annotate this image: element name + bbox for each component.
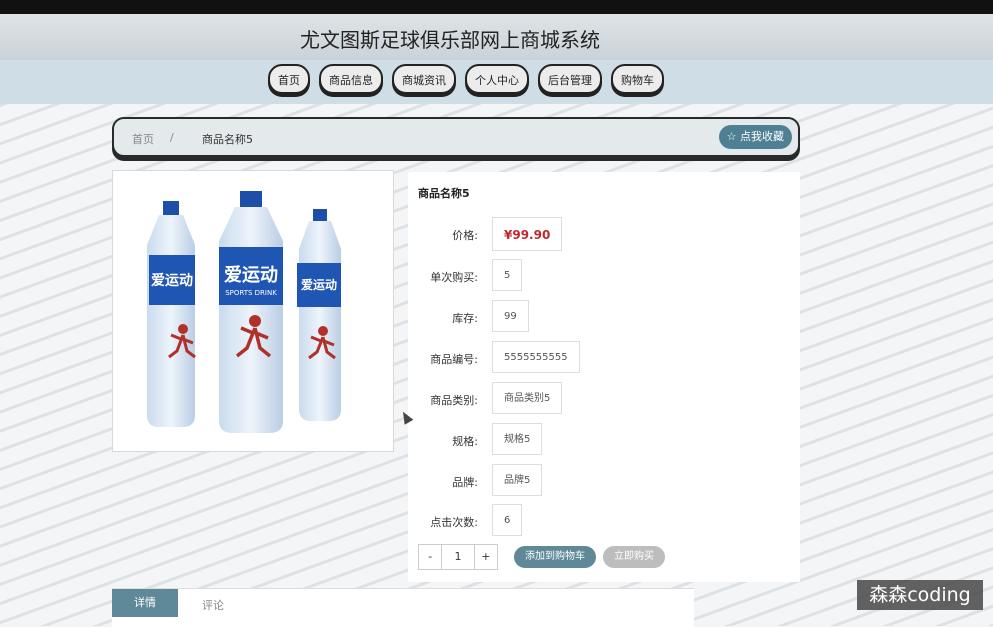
sports-drink-bottles-image: 爱运动 爱运动 SPORTS DRINK 爱运动 <box>147 191 341 433</box>
quantity-input[interactable]: 1 <box>441 545 475 569</box>
product-image: 爱运动 爱运动 SPORTS DRINK 爱运动 <box>112 170 394 452</box>
single-purchase-label: 单次购买: <box>430 271 478 284</box>
watermark: 森森coding <box>857 580 983 610</box>
single-purchase-value: 5 <box>492 259 523 291</box>
spec-label: 规格: <box>452 435 478 448</box>
nav-admin[interactable]: 后台管理 <box>538 64 602 94</box>
svg-text:爱运动: 爱运动 <box>151 272 193 289</box>
category-label: 商品类别: <box>430 394 478 407</box>
nav-home[interactable]: 首页 <box>268 64 310 94</box>
tab-details[interactable]: 详情 <box>112 589 178 617</box>
svg-text:SPORTS DRINK: SPORTS DRINK <box>225 289 277 297</box>
quantity-stepper: - 1 + <box>418 544 498 570</box>
svg-text:爱运动: 爱运动 <box>224 265 278 286</box>
breadcrumb-separator: / <box>170 131 174 144</box>
add-to-cart-button[interactable]: 添加到购物车 <box>514 546 596 568</box>
nav-news[interactable]: 商城资讯 <box>392 64 456 94</box>
clicks-value: 6 <box>492 504 523 536</box>
svg-text:爱运动: 爱运动 <box>301 277 337 292</box>
spec-value: 规格5 <box>492 423 543 455</box>
quantity-plus-button[interactable]: + <box>475 545 497 569</box>
product-name: 商品名称5 <box>418 187 470 200</box>
detail-tabs: 详情 评论 <box>112 588 694 627</box>
stock-value: 99 <box>492 300 529 332</box>
clicks-label: 点击次数: <box>430 516 478 529</box>
product-number-label: 商品编号: <box>430 353 478 366</box>
brand-label: 品牌: <box>452 476 478 489</box>
breadcrumb-current: 商品名称5 <box>202 133 253 146</box>
quantity-minus-button[interactable]: - <box>419 545 441 569</box>
price-label: 价格: <box>452 229 478 242</box>
stock-label: 库存: <box>452 312 478 325</box>
site-title: 尤文图斯足球俱乐部网上商城系统 <box>300 28 600 52</box>
brand-value: 品牌5 <box>492 464 543 496</box>
nav-products[interactable]: 商品信息 <box>319 64 383 94</box>
main-nav: 首页 商品信息 商城资讯 个人中心 后台管理 购物车 <box>268 64 664 94</box>
breadcrumb-home[interactable]: 首页 <box>132 131 154 147</box>
top-bar <box>0 0 993 14</box>
nav-cart[interactable]: 购物车 <box>611 64 664 94</box>
category-value: 商品类别5 <box>492 382 563 414</box>
tab-comments[interactable]: 评论 <box>202 597 224 613</box>
product-number-value: 5555555555 <box>492 341 580 373</box>
nav-user-center[interactable]: 个人中心 <box>465 64 529 94</box>
favorite-button[interactable]: ☆ 点我收藏 <box>718 125 792 149</box>
buy-now-button[interactable]: 立即购买 <box>603 546 665 568</box>
price-value: ¥99.90 <box>492 217 563 251</box>
breadcrumb: 首页 / 商品名称5 ☆ 点我收藏 <box>112 117 800 157</box>
